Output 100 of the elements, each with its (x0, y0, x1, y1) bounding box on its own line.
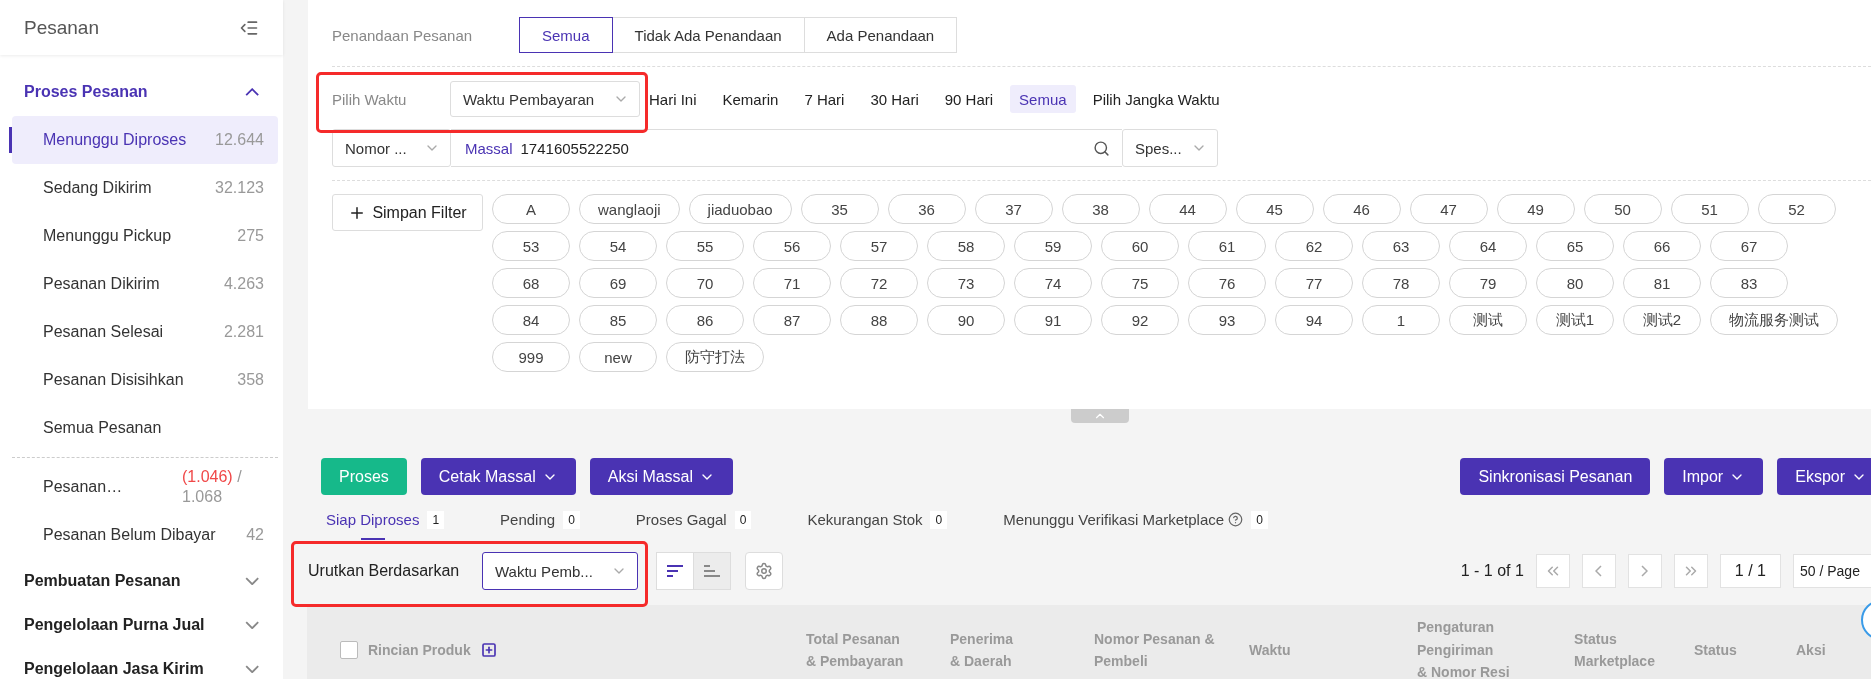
filter-tag[interactable]: 68 (492, 268, 570, 298)
status-tab[interactable]: Siap Diproses (326, 507, 420, 540)
time-range-option[interactable]: Pilih Jangka Waktu (1083, 85, 1229, 113)
sidebar-item[interactable]: Menunggu Diproses 12.644 (12, 116, 278, 164)
sidebar-item[interactable]: Menunggu Pickup 275 (12, 212, 278, 260)
time-range-option[interactable]: Kemarin (713, 85, 788, 113)
filter-tag[interactable]: 54 (579, 231, 657, 261)
sidebar-item[interactable]: Pesanan… (1.046) / 1.068 (12, 463, 278, 511)
filter-tag[interactable]: 38 (1061, 194, 1140, 224)
filter-tag[interactable]: 80 (1536, 268, 1614, 298)
plus-square-icon[interactable] (480, 642, 497, 658)
filter-tag[interactable]: 50 (1583, 194, 1662, 224)
sidebar-item[interactable]: Pesanan Belum Dibayar 42 (12, 511, 278, 559)
spec-dropdown[interactable]: Spes... (1122, 129, 1218, 167)
filter-tag[interactable]: 55 (666, 231, 744, 261)
filter-tag[interactable]: 72 (840, 268, 918, 298)
filter-tag[interactable]: 93 (1188, 305, 1266, 335)
filter-tag[interactable]: 69 (579, 268, 657, 298)
filter-tag[interactable]: 81 (1623, 268, 1701, 298)
filter-tag[interactable]: 84 (492, 305, 570, 335)
filter-tag[interactable]: 64 (1449, 231, 1527, 261)
filter-tag[interactable]: 66 (1623, 231, 1701, 261)
filter-tag[interactable]: 71 (753, 268, 831, 298)
filter-tag[interactable]: 79 (1449, 268, 1527, 298)
filter-tag[interactable]: 物流服务测试 (1710, 305, 1838, 335)
filter-tag[interactable]: 73 (927, 268, 1005, 298)
filter-tag[interactable]: 57 (840, 231, 918, 261)
filter-tag[interactable]: 61 (1188, 231, 1266, 261)
filter-tag[interactable]: 56 (753, 231, 831, 261)
sort-direction-button[interactable] (656, 552, 694, 590)
filter-tag[interactable]: 59 (1014, 231, 1092, 261)
action-button[interactable]: Cetak Massal (420, 458, 576, 495)
filter-tag[interactable]: 94 (1275, 305, 1353, 335)
sidebar-item[interactable]: Semua Pesanan (12, 404, 278, 452)
filter-tag[interactable]: 65 (1536, 231, 1614, 261)
last-page-button[interactable] (1673, 554, 1708, 588)
filter-tag[interactable]: 92 (1101, 305, 1179, 335)
filter-tag[interactable]: 49 (1496, 194, 1575, 224)
filter-tag[interactable]: 70 (666, 268, 744, 298)
sidebar-item[interactable]: Sedang Dikirim 32.123 (12, 164, 278, 212)
filter-tag[interactable]: 77 (1275, 268, 1353, 298)
sidebar-item[interactable]: Pesanan Selesai 2.281 (12, 308, 278, 356)
filter-tag[interactable]: jiaduobao (688, 194, 792, 224)
filter-tag[interactable]: 83 (1710, 268, 1788, 298)
filter-tag[interactable]: 67 (1710, 231, 1788, 261)
filter-tag[interactable]: new (579, 342, 657, 372)
status-tab[interactable]: Proses Gagal (635, 507, 727, 540)
page-size-dropdown[interactable]: 50 / Page (1793, 554, 1871, 588)
filter-tag[interactable]: 37 (974, 194, 1053, 224)
filter-tag[interactable]: 74 (1014, 268, 1092, 298)
time-range-option[interactable]: 30 Hari (861, 85, 928, 113)
filter-tag[interactable]: 63 (1362, 231, 1440, 261)
first-page-button[interactable] (1535, 554, 1570, 588)
filter-tag[interactable]: 91 (1014, 305, 1092, 335)
segment-tab[interactable]: Ada Penandaan (803, 17, 958, 53)
action-button[interactable]: Sinkronisasi Pesanan (1460, 458, 1651, 495)
sidebar-group[interactable]: Pengelolaan Jasa Kirim (0, 647, 283, 679)
page-field[interactable]: 1 / 1 (1719, 554, 1781, 588)
filter-tag[interactable]: 85 (579, 305, 657, 335)
filter-tag[interactable]: 76 (1188, 268, 1266, 298)
filter-tag[interactable]: 58 (927, 231, 1005, 261)
filter-tag[interactable]: 测试1 (1536, 305, 1614, 335)
filter-tag[interactable]: 86 (666, 305, 744, 335)
status-tab[interactable]: Kekurangan Stok (807, 507, 923, 540)
time-range-option[interactable]: Semua (1010, 85, 1076, 113)
sidebar-group[interactable]: Pengelolaan Purna Jual (0, 603, 283, 647)
sort-dropdown[interactable]: Waktu Pemb... (482, 552, 638, 590)
filter-tag[interactable]: 78 (1362, 268, 1440, 298)
filter-tag[interactable]: 87 (753, 305, 831, 335)
filter-tag[interactable]: 88 (840, 305, 918, 335)
next-page-button[interactable] (1627, 554, 1662, 588)
time-type-dropdown[interactable]: Waktu Pembayaran (450, 81, 640, 117)
action-button[interactable]: Impor (1664, 458, 1764, 495)
status-tab[interactable]: Pending (500, 507, 556, 540)
checkbox[interactable] (340, 641, 358, 659)
filter-tag[interactable]: 52 (1757, 194, 1836, 224)
filter-tag[interactable]: 测试2 (1623, 305, 1701, 335)
status-tab[interactable]: Menunggu Verifikasi Marketplace (1003, 507, 1244, 540)
filter-tag[interactable]: 51 (1670, 194, 1749, 224)
time-range-option[interactable]: Hari Ini (640, 85, 706, 113)
filter-tag[interactable]: 75 (1101, 268, 1179, 298)
save-filter-button[interactable]: Simpan Filter (332, 194, 483, 231)
filter-tag[interactable]: 53 (492, 231, 570, 261)
time-range-option[interactable]: 90 Hari (935, 85, 1003, 113)
sidebar-item[interactable]: Pesanan Dikirim 4.263 (12, 260, 278, 308)
filter-tag[interactable]: 44 (1148, 194, 1227, 224)
filter-tag[interactable]: 测试 (1449, 305, 1527, 335)
sidebar-group[interactable]: Pembuatan Pesanan (0, 559, 283, 603)
time-range-option[interactable]: 7 Hari (795, 85, 854, 113)
sidebar-item[interactable]: Pesanan Disisihkan 358 (12, 356, 278, 404)
previous-page-button[interactable] (1581, 554, 1616, 588)
filter-tag[interactable]: 45 (1235, 194, 1314, 224)
action-button[interactable]: Ekspor (1777, 458, 1871, 495)
sidebar-group[interactable]: Proses Pesanan (0, 68, 283, 116)
filter-tag[interactable]: 1 (1362, 305, 1440, 335)
filter-tag[interactable]: 62 (1275, 231, 1353, 261)
filter-tag[interactable]: 防守打法 (666, 342, 764, 372)
filter-tag[interactable]: wanglaoji (579, 194, 680, 224)
filter-tag[interactable]: 47 (1409, 194, 1488, 224)
filter-tag[interactable]: 90 (927, 305, 1005, 335)
